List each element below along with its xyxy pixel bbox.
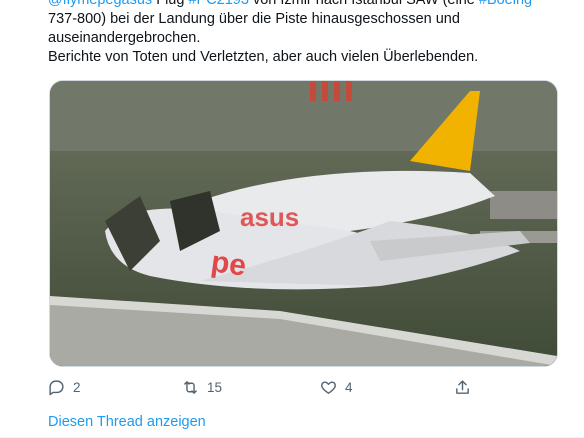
show-thread-link[interactable]: Diesen Thread anzeigen — [48, 414, 206, 430]
heart-icon — [321, 380, 336, 394]
retweet-button[interactable]: 15 — [182, 379, 222, 396]
crash-photo: pe asus — [50, 81, 557, 366]
reply-button[interactable]: 2 — [48, 379, 81, 396]
tweet-line-4: Berichte von Toten und Verletzten, aber … — [48, 49, 479, 65]
like-count: 4 — [345, 379, 353, 395]
svg-text:pe: pe — [209, 245, 248, 283]
share-icon — [456, 379, 469, 394]
tweet-text-segment: Flug — [152, 0, 189, 8]
retweet-icon — [184, 380, 197, 394]
share-button[interactable] — [454, 379, 471, 396]
svg-text:asus: asus — [240, 202, 299, 232]
reply-icon — [49, 379, 64, 395]
tweet-text-segment: von Izmir nach Istanbul SAW (eine — [248, 0, 479, 8]
mention-link[interactable]: @flymepegasus — [48, 0, 152, 8]
retweet-count: 15 — [207, 379, 223, 395]
hashtag-link[interactable]: #PC2193 — [188, 0, 248, 8]
tweet-media-photo[interactable]: pe asus — [49, 80, 558, 367]
reply-count: 2 — [73, 379, 81, 395]
tweet-text: @flymepegasus Flug #PC2193 von Izmir nac… — [48, 0, 568, 67]
tweet-line-1: @flymepegasus Flug #PC2193 von Izmir nac… — [48, 0, 568, 10]
tweet-actions: 2 15 4 — [48, 377, 478, 397]
like-button[interactable]: 4 — [320, 379, 353, 396]
hashtag-link-boeing[interactable]: #Boeing — [479, 0, 532, 8]
tweet-line-2: 737-800) bei der Landung über die Piste … — [48, 11, 460, 27]
tweet-line-3: auseinandergebrochen. — [48, 30, 201, 46]
